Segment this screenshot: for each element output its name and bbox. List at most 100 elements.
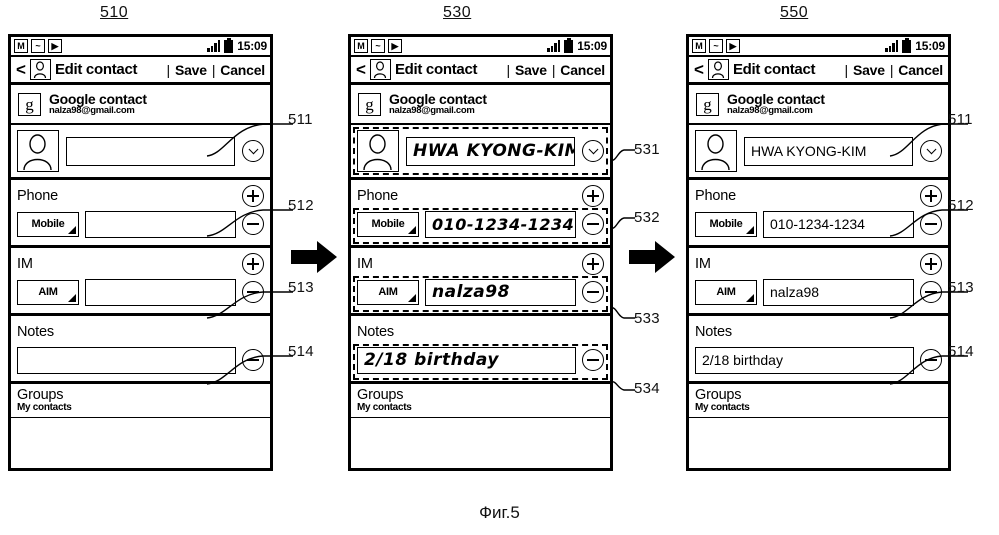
right-arrow-icon-1 — [291, 241, 337, 273]
groups-section[interactable]: Groups My contacts — [351, 384, 610, 418]
plus-circle-icon[interactable] — [242, 253, 264, 275]
phone-type-button[interactable]: Mobile — [357, 211, 419, 237]
title-actions: | Save | Cancel — [162, 62, 266, 78]
person-avatar-icon[interactable] — [357, 130, 399, 172]
name-input[interactable]: HWA KYONG-KIM — [406, 136, 575, 166]
status-bar-icons: M ~ ▶ — [354, 39, 402, 53]
phone-type-button[interactable]: Mobile — [695, 211, 757, 237]
callout-512-panel1: 512 — [288, 197, 314, 214]
groups-subtitle: My contacts — [17, 402, 72, 414]
account-email: nalza98@gmail.com — [389, 105, 475, 117]
phone-section-label: Phone — [357, 188, 398, 204]
mail-icon: M — [692, 39, 706, 53]
minus-circle-icon[interactable] — [582, 213, 604, 235]
callout-511-panel1: 511 — [288, 111, 313, 128]
page-title: Edit contact — [54, 61, 138, 78]
plus-circle-icon[interactable] — [582, 253, 604, 275]
leader-line-513a — [206, 291, 293, 319]
leader-line-534 — [610, 381, 635, 391]
page-title: Edit contact — [732, 61, 816, 78]
title-actions: | Save | Cancel — [502, 62, 606, 78]
account-row[interactable]: g Google contact nalza98@gmail.com — [351, 85, 610, 125]
phone-type-button[interactable]: Mobile — [17, 211, 79, 237]
im-input[interactable]: nalza98 — [425, 278, 576, 306]
plus-circle-icon[interactable] — [920, 185, 942, 207]
person-icon — [29, 59, 51, 80]
im-type-button[interactable]: AIM — [695, 279, 757, 305]
media-play-icon: ▶ — [388, 39, 402, 53]
notes-input[interactable]: 2/18 birthday — [357, 346, 576, 374]
status-bar-right: 15:09 — [547, 37, 607, 53]
signal-bars-icon — [885, 40, 899, 52]
save-button[interactable]: Save — [515, 62, 547, 78]
plus-circle-icon[interactable] — [582, 185, 604, 207]
notes-row: 2/18 birthday — [357, 345, 604, 375]
phone-section-label: Phone — [17, 188, 58, 204]
notes-section-header: Notes — [357, 319, 604, 345]
im-section-label: IM — [695, 256, 711, 272]
callout-534: 534 — [634, 380, 660, 397]
person-avatar-icon[interactable] — [17, 130, 59, 172]
leader-line-531 — [610, 149, 635, 161]
callout-511-panel3: 511 — [948, 111, 973, 128]
mail-icon: M — [14, 39, 28, 53]
minus-circle-icon[interactable] — [582, 281, 604, 303]
separator-2: | — [551, 61, 556, 78]
google-g-icon: g — [696, 92, 719, 116]
person-icon — [369, 59, 391, 80]
cancel-button[interactable]: Cancel — [220, 62, 265, 78]
notes-section-label: Notes — [17, 324, 54, 340]
account-email: nalza98@gmail.com — [49, 105, 135, 117]
google-g-icon: g — [18, 92, 41, 116]
phone-input[interactable]: 010-1234-1234 — [425, 210, 576, 238]
phone-row: Mobile 010-1234-1234 — [357, 209, 604, 239]
minus-circle-icon[interactable] — [582, 349, 604, 371]
person-icon — [707, 59, 729, 80]
leader-line-512a — [206, 209, 293, 237]
status-time: 15:09 — [915, 39, 945, 53]
account-row[interactable]: g Google contact nalza98@gmail.com — [11, 85, 270, 125]
plus-circle-icon[interactable] — [242, 185, 264, 207]
cancel-button[interactable]: Cancel — [560, 62, 605, 78]
status-time: 15:09 — [237, 39, 267, 53]
notes-input[interactable] — [17, 346, 236, 374]
leader-line-514a — [206, 355, 293, 385]
save-button[interactable]: Save — [175, 62, 207, 78]
callout-531: 531 — [634, 141, 660, 158]
status-bar-icons: M ~ ▶ — [14, 39, 62, 53]
back-icon[interactable]: < — [356, 61, 366, 78]
leader-line-511a — [206, 123, 293, 157]
account-text: Google contact nalza98@gmail.com — [49, 91, 147, 117]
groups-subtitle: My contacts — [695, 402, 750, 414]
notes-input[interactable]: 2/18 birthday — [695, 346, 914, 374]
phone-section-header: Phone — [357, 183, 604, 209]
media-play-icon: ▶ — [48, 39, 62, 53]
cancel-button[interactable]: Cancel — [898, 62, 943, 78]
leader-line-532 — [610, 217, 635, 229]
phone-panel-550: M ~ ▶ 15:09 < Edit contact | Save | Canc… — [686, 34, 951, 471]
plus-circle-icon[interactable] — [920, 253, 942, 275]
save-button[interactable]: Save — [853, 62, 885, 78]
page-title: Edit contact — [394, 61, 478, 78]
phone-section: Phone Mobile 010-1234-1234 — [351, 180, 610, 248]
picture-icon: ~ — [371, 39, 385, 53]
title-actions: | Save | Cancel — [840, 62, 944, 78]
panel-tail — [11, 418, 270, 440]
status-bar-right: 15:09 — [885, 37, 945, 53]
chevron-down-circle-icon[interactable] — [582, 140, 604, 162]
back-icon[interactable]: < — [694, 61, 704, 78]
leader-line-533 — [610, 307, 635, 319]
notes-section: Notes 2/18 birthday — [351, 316, 610, 384]
battery-icon — [564, 37, 574, 53]
panel-label-510: 510 — [100, 4, 129, 21]
account-email: nalza98@gmail.com — [727, 105, 813, 117]
battery-icon — [902, 37, 912, 53]
im-row: AIM nalza98 — [357, 277, 604, 307]
account-row[interactable]: g Google contact nalza98@gmail.com — [689, 85, 948, 125]
back-icon[interactable]: < — [16, 61, 26, 78]
person-avatar-icon[interactable] — [695, 130, 737, 172]
figure-caption: Фиг.5 — [479, 503, 520, 522]
im-type-button[interactable]: AIM — [17, 279, 79, 305]
im-type-button[interactable]: AIM — [357, 279, 419, 305]
separator-1: | — [506, 61, 511, 78]
